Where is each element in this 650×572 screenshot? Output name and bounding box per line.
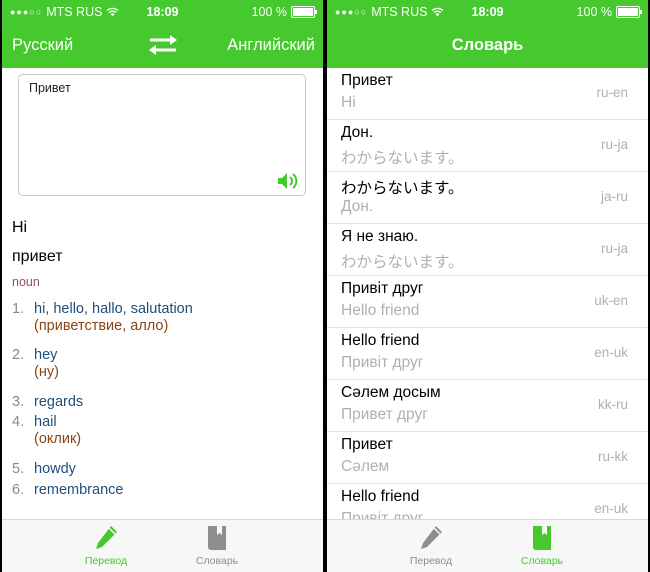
item-source: Сәлем досым xyxy=(341,384,441,401)
item-source: Привіт друг xyxy=(341,280,424,297)
item-translation: Hello friend xyxy=(341,302,420,319)
dictionary-list: Привет Hi ru-en Дон. わからないます。 ru-ja わからな… xyxy=(327,68,648,536)
item-language-pair: ru-ja xyxy=(600,241,628,256)
swap-languages-icon[interactable] xyxy=(144,32,182,58)
sense-number: 2. xyxy=(12,347,25,363)
sense-number: 6. xyxy=(12,482,25,498)
sense-translation: hail xyxy=(34,414,57,430)
item-translation: Сәлем xyxy=(341,458,390,475)
result-headword: Hi xyxy=(12,219,28,236)
list-item[interactable]: Привет Сәлем ru-kk xyxy=(327,432,648,484)
tab-dictionary[interactable]: Словарь xyxy=(177,524,257,567)
list-item[interactable]: Привет Hi ru-en xyxy=(327,68,648,120)
item-translation: わからないます。 xyxy=(341,254,464,271)
sense-translation: remembrance xyxy=(34,482,124,498)
item-source: Я не знаю. xyxy=(341,228,419,245)
battery-percent: 100 % xyxy=(251,5,287,19)
item-translation: Дон. xyxy=(341,198,374,215)
tab-bar: Перевод Словарь xyxy=(327,519,648,572)
sense-translation: hey xyxy=(34,347,58,363)
target-language-button[interactable]: Английский xyxy=(227,36,315,55)
list-item[interactable]: Сәлем досым Привет друг kk-ru xyxy=(327,380,648,432)
sense-examples: (оклик) xyxy=(34,431,82,447)
source-text-value: Привет xyxy=(29,81,71,95)
book-icon xyxy=(208,526,226,550)
item-source: わからないます。 xyxy=(341,180,464,197)
item-source: Привет xyxy=(341,436,393,453)
translate-screen: ●●●○○ MTS RUS 18:09 100 % Русский Англий… xyxy=(2,0,323,572)
nav-bar: ●●●○○ MTS RUS 18:09 100 % Русский Англий… xyxy=(2,0,323,68)
list-item[interactable]: Я не знаю. わからないます。 ru-ja xyxy=(327,224,648,276)
item-language-pair: en-uk xyxy=(594,345,628,360)
item-source: Hello friend xyxy=(341,488,420,505)
sense-item: 5. howdy xyxy=(12,461,76,477)
tab-translate-label: Перевод xyxy=(84,555,128,567)
status-bar: ●●●○○ MTS RUS 18:09 100 % xyxy=(2,0,323,24)
tab-dictionary-label: Словарь xyxy=(520,555,564,567)
speaker-icon[interactable] xyxy=(277,171,299,191)
source-language-button[interactable]: Русский xyxy=(12,36,73,55)
dictionary-screen: ●●●○○ MTS RUS 18:09 100 % Словарь Привет… xyxy=(327,0,648,572)
tab-dictionary[interactable]: Словарь xyxy=(502,524,582,567)
item-language-pair: ru-en xyxy=(596,85,628,100)
item-language-pair: ja-ru xyxy=(600,189,628,204)
sense-item: 2. hey (ну) xyxy=(12,347,59,380)
battery-icon xyxy=(616,6,642,18)
sense-number: 1. xyxy=(12,301,25,317)
source-text-input[interactable]: Привет xyxy=(18,74,306,196)
pencil-icon xyxy=(96,526,117,549)
sense-number: 5. xyxy=(12,461,25,477)
list-item[interactable]: Привіт друг Hello friend uk-en xyxy=(327,276,648,328)
item-translation: Hi xyxy=(341,94,356,111)
item-language-pair: en-uk xyxy=(594,501,628,516)
item-language-pair: ru-ja xyxy=(600,137,628,152)
item-source: Дон. xyxy=(341,124,374,141)
tab-translate[interactable]: Перевод xyxy=(391,524,471,567)
sense-number: 4. xyxy=(12,414,25,430)
sense-item: 3. regards xyxy=(12,394,83,410)
nav-bar: ●●●○○ MTS RUS 18:09 100 % Словарь xyxy=(327,0,648,68)
list-item[interactable]: Дон. わからないます。 ru-ja xyxy=(327,120,648,172)
item-translation: わからないます。 xyxy=(341,150,464,167)
list-item[interactable]: わからないます。 Дон. ja-ru xyxy=(327,172,648,224)
pencil-icon xyxy=(421,526,442,549)
battery-icon xyxy=(291,6,317,18)
item-source: Привет xyxy=(341,72,393,89)
battery-percent: 100 % xyxy=(576,5,612,19)
item-language-pair: uk-en xyxy=(594,293,628,308)
tab-translate-label: Перевод xyxy=(409,555,453,567)
sense-item: 6. remembrance xyxy=(12,482,123,498)
item-language-pair: ru-kk xyxy=(598,449,628,464)
status-bar: ●●●○○ MTS RUS 18:09 100 % xyxy=(327,0,648,24)
page-title: Словарь xyxy=(451,36,524,54)
sense-translation: hi, hello, hallo, salutation xyxy=(34,301,193,317)
sense-item: 4. hail (оклик) xyxy=(12,414,81,447)
item-translation: Привет друг xyxy=(341,406,428,423)
sense-examples: (ну) xyxy=(34,364,59,380)
book-icon xyxy=(533,526,551,550)
sense-translation: regards xyxy=(34,394,84,410)
sense-number: 3. xyxy=(12,394,25,410)
part-of-speech: noun xyxy=(12,275,40,289)
tab-dictionary-label: Словарь xyxy=(195,555,239,567)
sense-item: 1. hi, hello, hallo, salutation (приветст… xyxy=(12,301,193,334)
item-language-pair: kk-ru xyxy=(598,397,628,412)
item-translation: Привіт друг xyxy=(341,354,424,371)
item-source: Hello friend xyxy=(341,332,420,349)
list-item[interactable]: Hello friend Привіт друг en-uk xyxy=(327,328,648,380)
tab-bar: Перевод Словарь xyxy=(2,519,323,572)
result-query: привет xyxy=(12,248,63,265)
tab-translate[interactable]: Перевод xyxy=(66,524,146,567)
sense-translation: howdy xyxy=(34,461,76,477)
sense-examples: (приветствие, алло) xyxy=(34,318,169,334)
